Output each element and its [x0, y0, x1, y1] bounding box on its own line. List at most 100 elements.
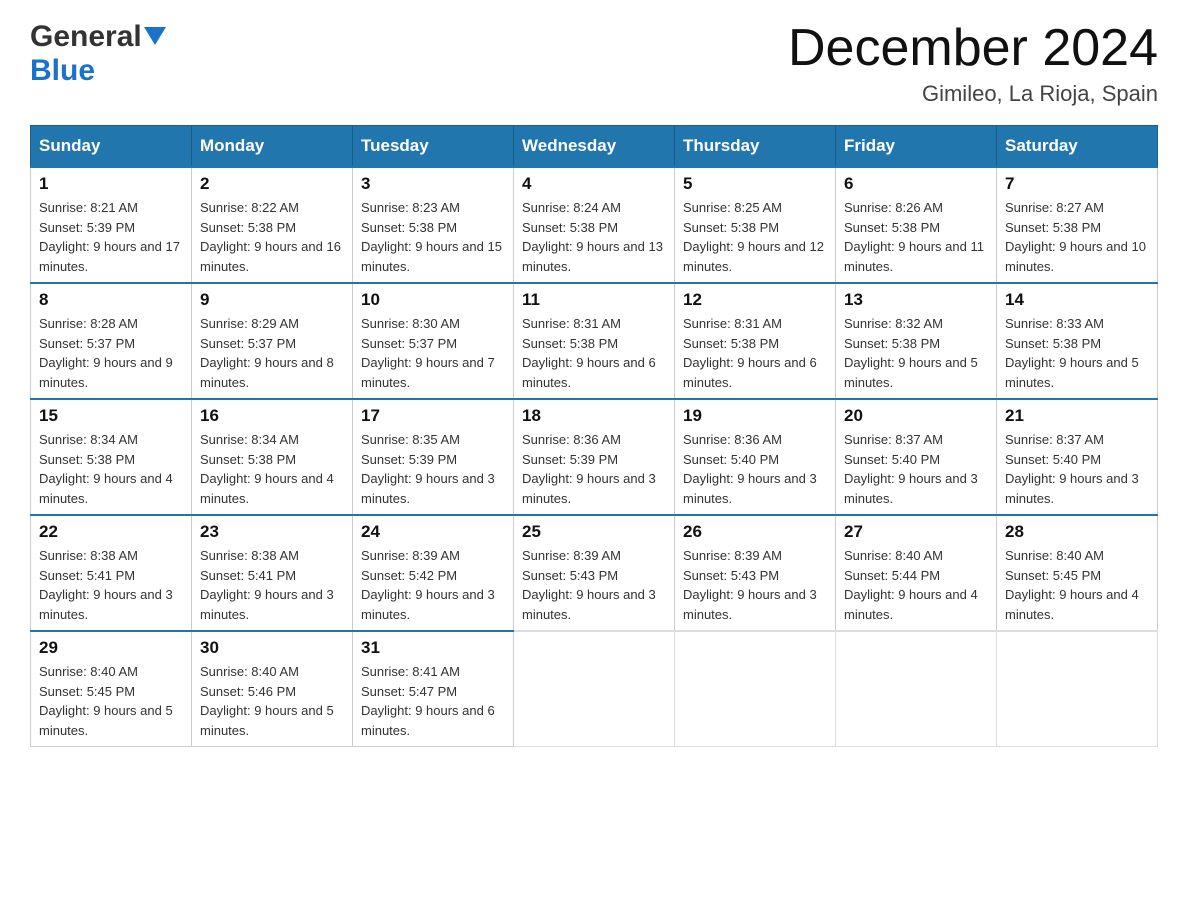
day-number: 11: [522, 290, 666, 310]
table-row: 13 Sunrise: 8:32 AM Sunset: 5:38 PM Dayl…: [836, 283, 997, 399]
day-number: 9: [200, 290, 344, 310]
table-row: 15 Sunrise: 8:34 AM Sunset: 5:38 PM Dayl…: [31, 399, 192, 515]
day-number: 30: [200, 638, 344, 658]
day-info: Sunrise: 8:40 AM Sunset: 5:45 PM Dayligh…: [39, 662, 183, 740]
logo-general-text: General: [30, 20, 142, 54]
table-row: 30 Sunrise: 8:40 AM Sunset: 5:46 PM Dayl…: [192, 631, 353, 747]
day-number: 23: [200, 522, 344, 542]
day-info: Sunrise: 8:38 AM Sunset: 5:41 PM Dayligh…: [39, 546, 183, 624]
day-info: Sunrise: 8:32 AM Sunset: 5:38 PM Dayligh…: [844, 314, 988, 392]
day-number: 24: [361, 522, 505, 542]
day-info: Sunrise: 8:39 AM Sunset: 5:42 PM Dayligh…: [361, 546, 505, 624]
table-row: 22 Sunrise: 8:38 AM Sunset: 5:41 PM Dayl…: [31, 515, 192, 631]
day-info: Sunrise: 8:40 AM Sunset: 5:44 PM Dayligh…: [844, 546, 988, 624]
day-number: 1: [39, 174, 183, 194]
page-header: General Blue December 2024 Gimileo, La R…: [30, 20, 1158, 107]
day-info: Sunrise: 8:28 AM Sunset: 5:37 PM Dayligh…: [39, 314, 183, 392]
table-row: 23 Sunrise: 8:38 AM Sunset: 5:41 PM Dayl…: [192, 515, 353, 631]
table-row: 24 Sunrise: 8:39 AM Sunset: 5:42 PM Dayl…: [353, 515, 514, 631]
day-number: 13: [844, 290, 988, 310]
day-info: Sunrise: 8:39 AM Sunset: 5:43 PM Dayligh…: [683, 546, 827, 624]
day-number: 21: [1005, 406, 1149, 426]
day-info: Sunrise: 8:37 AM Sunset: 5:40 PM Dayligh…: [1005, 430, 1149, 508]
table-row: 29 Sunrise: 8:40 AM Sunset: 5:45 PM Dayl…: [31, 631, 192, 747]
day-number: 18: [522, 406, 666, 426]
day-number: 6: [844, 174, 988, 194]
table-row: 3 Sunrise: 8:23 AM Sunset: 5:38 PM Dayli…: [353, 167, 514, 283]
day-info: Sunrise: 8:33 AM Sunset: 5:38 PM Dayligh…: [1005, 314, 1149, 392]
day-info: Sunrise: 8:37 AM Sunset: 5:40 PM Dayligh…: [844, 430, 988, 508]
day-number: 16: [200, 406, 344, 426]
day-number: 14: [1005, 290, 1149, 310]
logo-blue-text: Blue: [30, 54, 95, 87]
day-number: 22: [39, 522, 183, 542]
table-row: 18 Sunrise: 8:36 AM Sunset: 5:39 PM Dayl…: [514, 399, 675, 515]
calendar-month-year: December 2024: [788, 20, 1158, 77]
day-number: 15: [39, 406, 183, 426]
day-number: 31: [361, 638, 505, 658]
day-info: Sunrise: 8:41 AM Sunset: 5:47 PM Dayligh…: [361, 662, 505, 740]
col-saturday: Saturday: [997, 126, 1158, 168]
day-info: Sunrise: 8:21 AM Sunset: 5:39 PM Dayligh…: [39, 198, 183, 276]
table-row: 26 Sunrise: 8:39 AM Sunset: 5:43 PM Dayl…: [675, 515, 836, 631]
table-row: 7 Sunrise: 8:27 AM Sunset: 5:38 PM Dayli…: [997, 167, 1158, 283]
calendar-header-row: Sunday Monday Tuesday Wednesday Thursday…: [31, 126, 1158, 168]
table-row: 25 Sunrise: 8:39 AM Sunset: 5:43 PM Dayl…: [514, 515, 675, 631]
day-number: 4: [522, 174, 666, 194]
calendar-week-row: 1 Sunrise: 8:21 AM Sunset: 5:39 PM Dayli…: [31, 167, 1158, 283]
day-info: Sunrise: 8:23 AM Sunset: 5:38 PM Dayligh…: [361, 198, 505, 276]
day-number: 12: [683, 290, 827, 310]
day-number: 29: [39, 638, 183, 658]
day-number: 2: [200, 174, 344, 194]
day-info: Sunrise: 8:22 AM Sunset: 5:38 PM Dayligh…: [200, 198, 344, 276]
table-row: 27 Sunrise: 8:40 AM Sunset: 5:44 PM Dayl…: [836, 515, 997, 631]
col-wednesday: Wednesday: [514, 126, 675, 168]
col-sunday: Sunday: [31, 126, 192, 168]
table-row: 28 Sunrise: 8:40 AM Sunset: 5:45 PM Dayl…: [997, 515, 1158, 631]
day-number: 7: [1005, 174, 1149, 194]
calendar-title-area: December 2024 Gimileo, La Rioja, Spain: [788, 20, 1158, 107]
day-info: Sunrise: 8:39 AM Sunset: 5:43 PM Dayligh…: [522, 546, 666, 624]
day-info: Sunrise: 8:38 AM Sunset: 5:41 PM Dayligh…: [200, 546, 344, 624]
day-info: Sunrise: 8:34 AM Sunset: 5:38 PM Dayligh…: [39, 430, 183, 508]
day-info: Sunrise: 8:26 AM Sunset: 5:38 PM Dayligh…: [844, 198, 988, 276]
day-number: 28: [1005, 522, 1149, 542]
day-number: 20: [844, 406, 988, 426]
col-thursday: Thursday: [675, 126, 836, 168]
logo: General Blue: [30, 20, 166, 88]
table-row: 14 Sunrise: 8:33 AM Sunset: 5:38 PM Dayl…: [997, 283, 1158, 399]
calendar-week-row: 22 Sunrise: 8:38 AM Sunset: 5:41 PM Dayl…: [31, 515, 1158, 631]
table-row: [836, 631, 997, 747]
day-number: 27: [844, 522, 988, 542]
calendar-table: Sunday Monday Tuesday Wednesday Thursday…: [30, 125, 1158, 747]
table-row: 31 Sunrise: 8:41 AM Sunset: 5:47 PM Dayl…: [353, 631, 514, 747]
table-row: 6 Sunrise: 8:26 AM Sunset: 5:38 PM Dayli…: [836, 167, 997, 283]
day-number: 3: [361, 174, 505, 194]
col-monday: Monday: [192, 126, 353, 168]
day-number: 5: [683, 174, 827, 194]
day-number: 25: [522, 522, 666, 542]
table-row: 4 Sunrise: 8:24 AM Sunset: 5:38 PM Dayli…: [514, 167, 675, 283]
table-row: 16 Sunrise: 8:34 AM Sunset: 5:38 PM Dayl…: [192, 399, 353, 515]
day-info: Sunrise: 8:29 AM Sunset: 5:37 PM Dayligh…: [200, 314, 344, 392]
day-info: Sunrise: 8:36 AM Sunset: 5:39 PM Dayligh…: [522, 430, 666, 508]
col-friday: Friday: [836, 126, 997, 168]
day-number: 8: [39, 290, 183, 310]
table-row: 5 Sunrise: 8:25 AM Sunset: 5:38 PM Dayli…: [675, 167, 836, 283]
table-row: 20 Sunrise: 8:37 AM Sunset: 5:40 PM Dayl…: [836, 399, 997, 515]
calendar-week-row: 8 Sunrise: 8:28 AM Sunset: 5:37 PM Dayli…: [31, 283, 1158, 399]
day-info: Sunrise: 8:24 AM Sunset: 5:38 PM Dayligh…: [522, 198, 666, 276]
table-row: [997, 631, 1158, 747]
table-row: [675, 631, 836, 747]
logo-triangle-icon: [144, 27, 166, 49]
calendar-week-row: 15 Sunrise: 8:34 AM Sunset: 5:38 PM Dayl…: [31, 399, 1158, 515]
day-number: 26: [683, 522, 827, 542]
table-row: 2 Sunrise: 8:22 AM Sunset: 5:38 PM Dayli…: [192, 167, 353, 283]
day-number: 17: [361, 406, 505, 426]
day-info: Sunrise: 8:36 AM Sunset: 5:40 PM Dayligh…: [683, 430, 827, 508]
day-info: Sunrise: 8:31 AM Sunset: 5:38 PM Dayligh…: [683, 314, 827, 392]
table-row: 12 Sunrise: 8:31 AM Sunset: 5:38 PM Dayl…: [675, 283, 836, 399]
day-info: Sunrise: 8:35 AM Sunset: 5:39 PM Dayligh…: [361, 430, 505, 508]
col-tuesday: Tuesday: [353, 126, 514, 168]
day-info: Sunrise: 8:30 AM Sunset: 5:37 PM Dayligh…: [361, 314, 505, 392]
